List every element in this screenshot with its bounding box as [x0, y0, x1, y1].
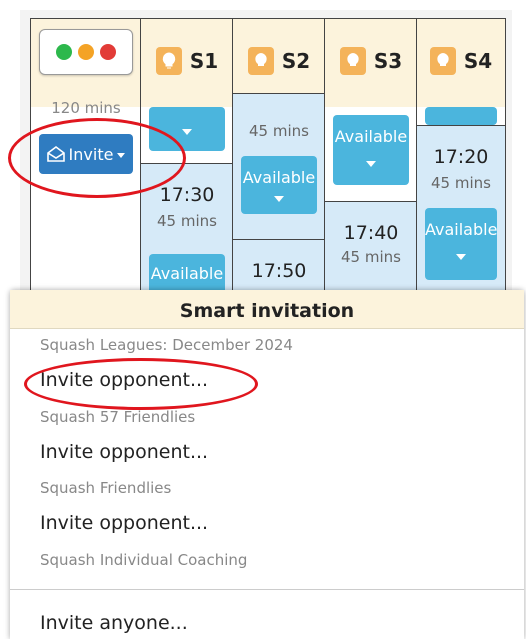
chevron-down-icon [456, 254, 466, 260]
invite-opponent-57-friendlies[interactable]: Invite opponent... [40, 441, 208, 463]
slot-1705[interactable]: 45 mins Available [233, 93, 325, 241]
available-button[interactable] [425, 107, 497, 125]
popup-title: Smart invitation [10, 290, 524, 329]
chevron-down-icon [366, 161, 376, 167]
window-controls [39, 29, 133, 75]
available-label: Available [150, 264, 224, 283]
slot-time: 17:20 [433, 146, 489, 168]
court-label: S3 [373, 49, 403, 73]
court-column-s2: S2 45 mins Available 17:50 [232, 18, 325, 308]
available-label: Available [242, 168, 316, 187]
slot-duration: 45 mins [341, 248, 401, 266]
court-header-s1: S1 [141, 18, 233, 108]
slot-duration: 45 mins [157, 212, 217, 230]
slot-time: 17:40 [343, 222, 399, 244]
invite-anyone-item[interactable]: Invite anyone... [40, 612, 188, 634]
slot-1720[interactable]: 17:20 45 mins Available [417, 125, 505, 308]
available-label: Available [425, 220, 498, 239]
highlight-circle [24, 358, 258, 410]
section-label: Squash Friendlies [40, 479, 172, 497]
chevron-down-icon [274, 196, 284, 202]
available-label: Available [334, 127, 408, 146]
partial-duration: 120 mins [51, 99, 121, 117]
slot-duration: 45 mins [431, 174, 491, 192]
court-bulb-icon [247, 47, 274, 75]
section-label: Squash 57 Friendlies [40, 408, 196, 426]
slot-duration: 45 mins [249, 122, 309, 140]
available-button[interactable]: Available [425, 208, 497, 280]
court-bulb-icon [429, 47, 456, 75]
court-column-s4: S4 17:20 45 mins Available [416, 18, 506, 308]
court-header-s4: S4 [417, 18, 505, 108]
chevron-down-icon [182, 129, 192, 135]
court-bulb-icon [155, 47, 182, 75]
court-label: S2 [281, 49, 311, 73]
section-label: Squash Leagues: December 2024 [40, 336, 293, 354]
divider [10, 589, 524, 590]
green-dot-icon [56, 44, 72, 60]
court-column-s3: S3 Available 17:40 45 mins [324, 18, 417, 308]
red-dot-icon [100, 44, 116, 60]
court-label: S4 [463, 49, 493, 73]
court-bulb-icon [339, 47, 366, 75]
available-button[interactable]: Available [333, 115, 409, 185]
available-button[interactable]: Available [241, 156, 317, 214]
highlight-circle [8, 118, 186, 198]
section-label: Squash Individual Coaching [40, 551, 248, 569]
grid-corner-header [31, 18, 141, 108]
slot-time: 17:50 [251, 260, 307, 282]
court-header-s3: S3 [325, 18, 417, 108]
smart-invitation-popup: Smart invitation Squash Leagues: Decembe… [10, 290, 524, 639]
orange-dot-icon [78, 44, 94, 60]
court-label: S1 [189, 49, 219, 73]
invite-opponent-friendlies[interactable]: Invite opponent... [40, 512, 208, 534]
